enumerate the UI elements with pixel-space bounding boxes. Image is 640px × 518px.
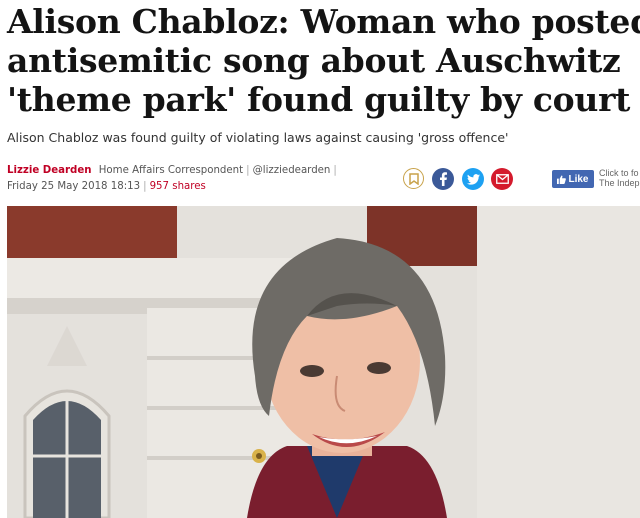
headline: Alison Chabloz: Woman who posted antisem… <box>7 2 640 119</box>
facebook-share-button[interactable] <box>432 168 454 190</box>
email-share-button[interactable] <box>491 168 513 190</box>
article-photo <box>7 206 640 518</box>
author-link[interactable]: Lizzie Dearden <box>7 165 92 176</box>
headline-line-1: Alison Chabloz: Woman who posted <box>7 2 640 41</box>
author-handle-link[interactable]: @lizziedearden <box>253 165 331 176</box>
publish-date: Friday 25 May 2018 18:13 <box>7 181 141 192</box>
twitter-share-button[interactable] <box>462 168 484 190</box>
twitter-icon <box>466 173 480 185</box>
headline-line-3: 'theme park' found guilty by court <box>7 80 631 119</box>
bookmark-button[interactable] <box>403 168 424 189</box>
email-icon <box>495 174 509 184</box>
author-role: Home Affairs Correspondent <box>98 165 244 176</box>
like-caption-line-2: The Indep <box>599 178 640 188</box>
portrait-illustration <box>7 206 640 518</box>
bookmark-icon <box>408 172 419 185</box>
like-label: Like <box>568 173 589 185</box>
thumbs-up-icon <box>557 174 567 184</box>
like-caption-line-1: Click to fo <box>599 168 639 178</box>
facebook-like-button[interactable]: Like <box>552 170 594 188</box>
standfirst: Alison Chabloz was found guilty of viola… <box>7 130 509 145</box>
like-caption: Click to fo The Indep <box>599 168 640 188</box>
share-count: 957 shares <box>149 181 206 192</box>
headline-line-2: antisemitic song about Auschwitz <box>7 41 621 80</box>
byline: Lizzie Dearden Home Affairs Corresponden… <box>7 165 337 192</box>
facebook-icon <box>440 172 447 186</box>
